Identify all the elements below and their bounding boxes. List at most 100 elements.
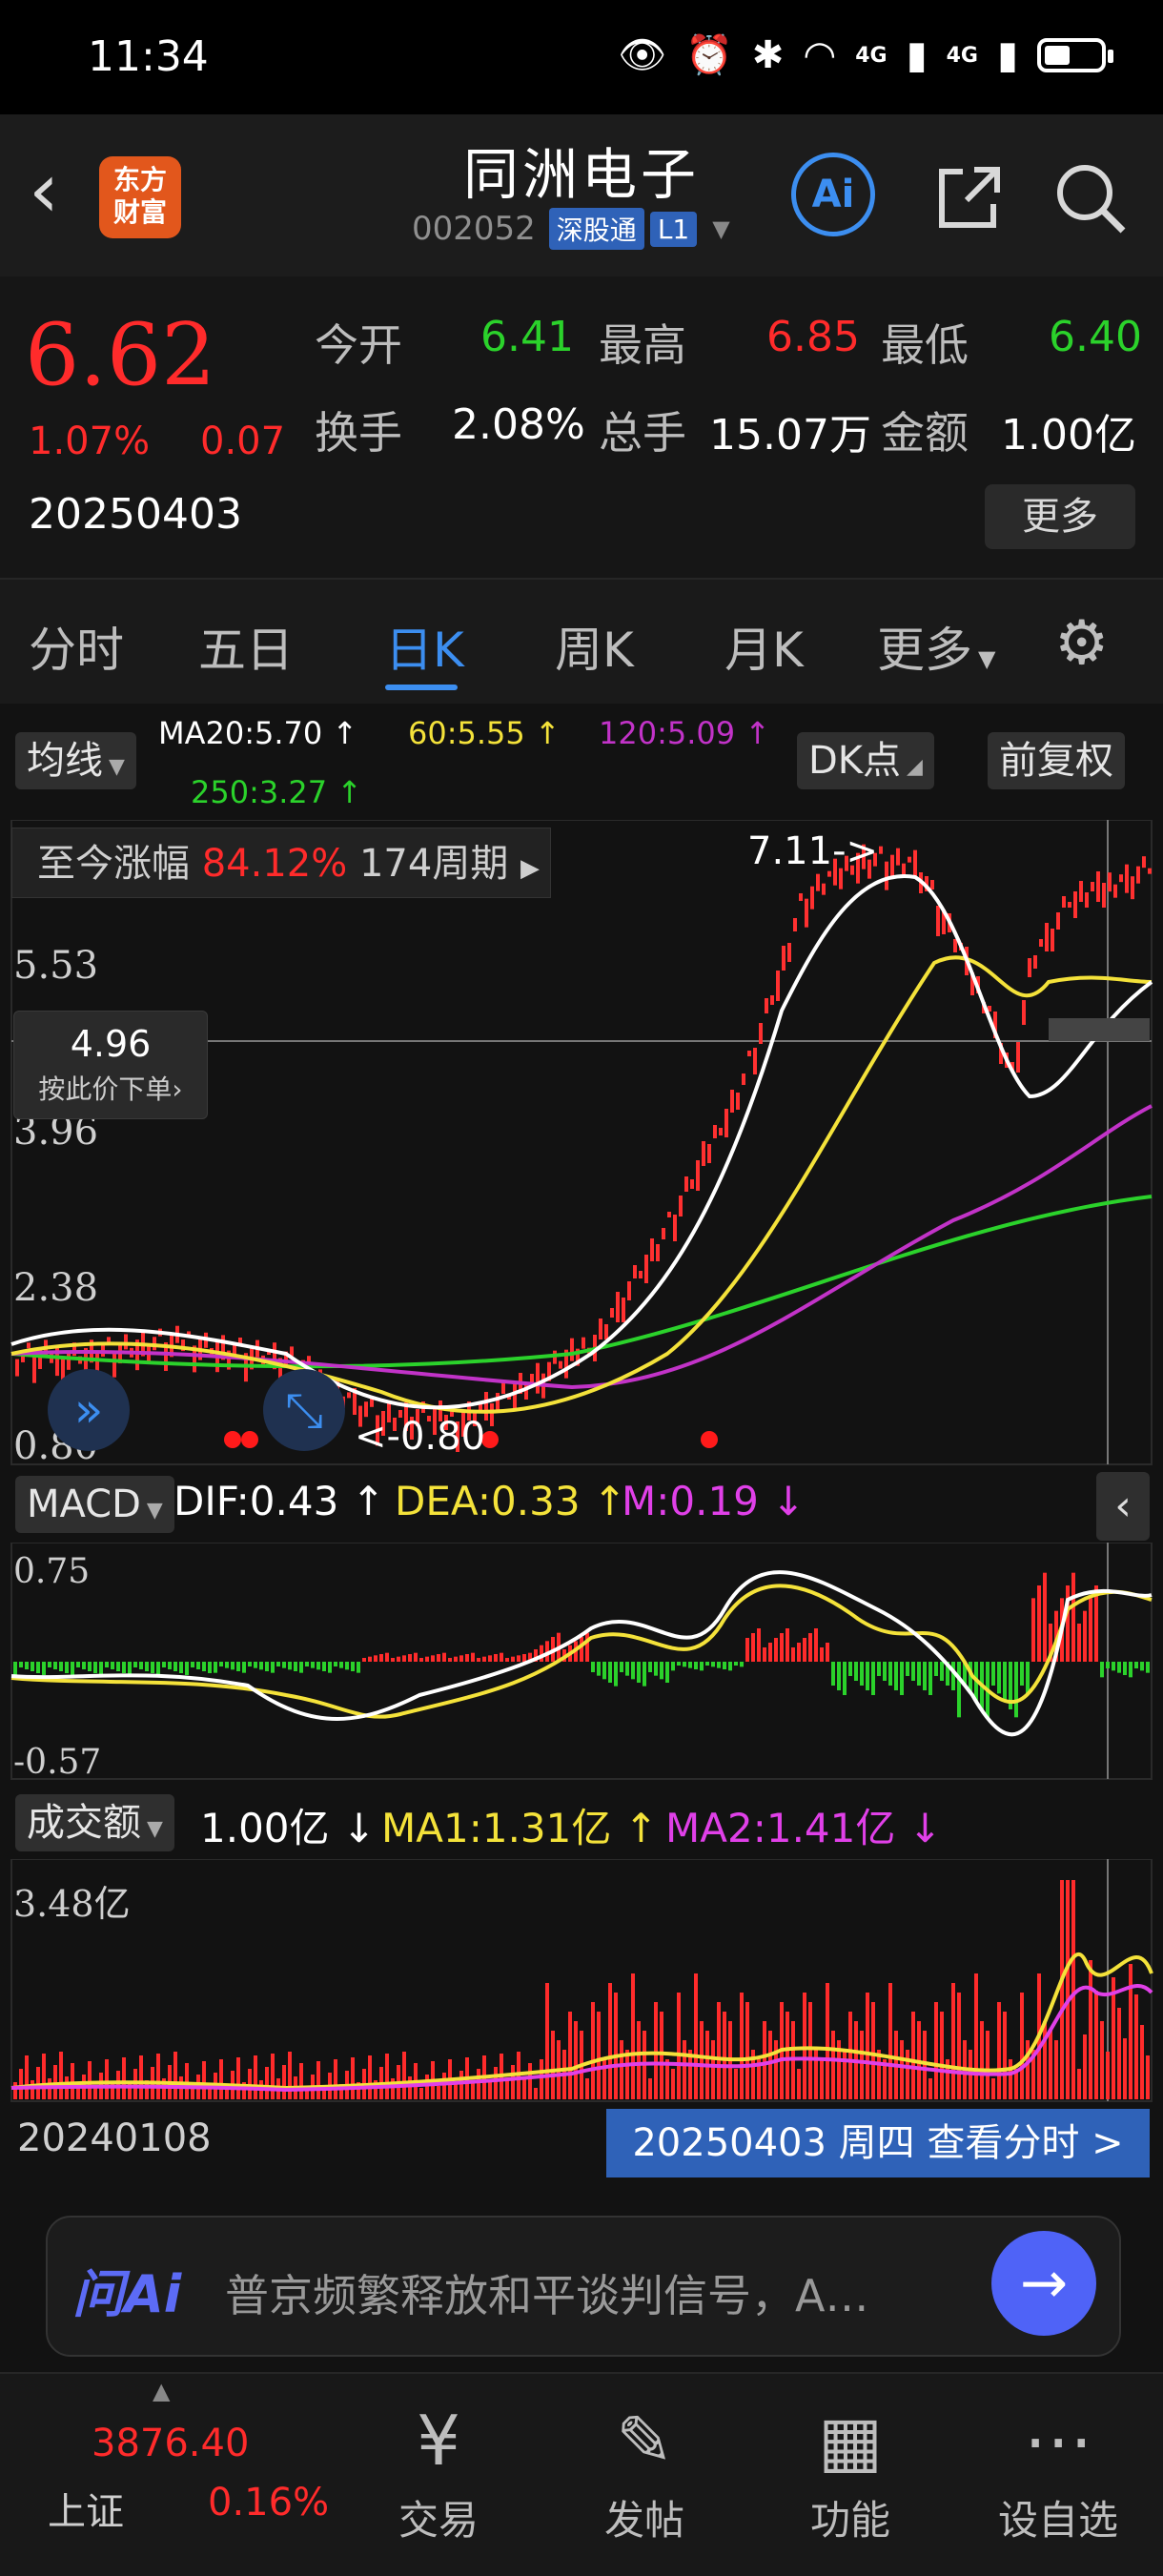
candle (15, 1359, 19, 1377)
ma-selector[interactable]: 均线 ▼ (15, 732, 136, 789)
price-tag-text: 按此价下单 (38, 1073, 173, 1105)
candle (770, 995, 774, 1005)
macd-bar (585, 1632, 589, 1662)
caret-up-icon[interactable]: ▲ (153, 2378, 170, 2404)
macd-bar (820, 1647, 824, 1662)
candle (570, 1338, 574, 1361)
signal-dot (701, 1431, 718, 1448)
more-circle-icon: ⋯ (1024, 2401, 1092, 2481)
volume-bar (202, 2061, 206, 2099)
candle (724, 1109, 728, 1137)
volume-bar (1043, 2021, 1047, 2099)
macd-bar (505, 1658, 509, 1662)
range-gain-label[interactable]: 至今涨幅 84.12% 174周期 ▶ (11, 828, 551, 898)
macd-selector[interactable]: MACD ▼ (15, 1476, 174, 1533)
volume-bar (740, 1993, 744, 2099)
volume-selector[interactable]: 成交额 ▼ (15, 1794, 174, 1851)
macd-bar (316, 1662, 320, 1670)
macd-bar (202, 1662, 206, 1671)
macd-bar (374, 1655, 377, 1662)
volume-bar (1146, 2055, 1150, 2099)
macd-bar (111, 1662, 114, 1669)
macd-bar (774, 1638, 778, 1662)
tab-monthly-k[interactable]: 月K (724, 612, 804, 681)
status-time: 11:34 (88, 32, 209, 81)
volume-bar (271, 2054, 275, 2099)
view-intraday-button[interactable]: 20250403 周四 查看分时 > (606, 2109, 1150, 2177)
bottom-nav: ▲ 3876.40 上证 0.16% ¥ 交易 ✎ 发帖 ▦ 功能 ⋯ 设自选 (0, 2372, 1163, 2576)
order-at-price-tag[interactable]: 4.96 按此价下单› (13, 1011, 208, 1119)
tab-daily-k[interactable]: 日K (385, 612, 464, 681)
expand-left-button[interactable]: » (48, 1369, 130, 1451)
ai-logo: 问Ai (72, 2264, 182, 2324)
chevron-down-icon: ▼ (146, 1499, 163, 1523)
macd-bar (322, 1662, 326, 1671)
candle (816, 873, 820, 891)
macd-bar (1077, 1624, 1081, 1662)
ai-button[interactable]: Ai (791, 153, 875, 236)
tab-weekly-k[interactable]: 周K (555, 612, 634, 681)
tab-intraday[interactable]: 分时 (29, 612, 124, 681)
candle (953, 939, 957, 952)
ma20-line (10, 874, 1153, 1410)
fullscreen-toggle-icon[interactable]: ⤡ (263, 1369, 345, 1451)
low-value: 6.40 (1049, 313, 1142, 361)
macd-dif: DIF:0.43 ↑ (173, 1478, 385, 1524)
tab-five-day[interactable]: 五日 (198, 612, 294, 681)
turnover-value: 2.08% (452, 400, 585, 449)
macd-bar (614, 1662, 618, 1687)
share-icon[interactable] (925, 154, 1010, 240)
nav-functions[interactable]: ▦ 功能 (765, 2393, 936, 2546)
open-value: 6.41 (480, 313, 574, 361)
index-name[interactable]: 上证 (48, 2481, 124, 2536)
volume-bar (774, 2040, 778, 2099)
quote-more-button[interactable]: 更多 (985, 484, 1135, 549)
volume-amount-value: 1.00亿 (200, 1805, 330, 1851)
arrow-right-icon[interactable]: → (991, 2231, 1096, 2336)
candle (713, 1125, 717, 1138)
macd-bar (151, 1662, 154, 1673)
macd-chart[interactable] (0, 1543, 1163, 1781)
ai-prompt-text[interactable]: 普京频繁释放和平谈判信号，A… (225, 2261, 1007, 2324)
candle (1016, 1042, 1020, 1073)
stock-code-row[interactable]: 002052 深股通 L1 ▼ (412, 208, 730, 250)
tab-more[interactable]: 更多 ▼ (877, 612, 995, 681)
search-icon[interactable] (1047, 154, 1132, 240)
dk-point-button[interactable]: DK点 ◢ (797, 732, 934, 789)
index-value[interactable]: 3876.40 (92, 2422, 249, 2465)
volume-bar (786, 2012, 789, 2099)
macd-bar (517, 1655, 520, 1662)
ma60-label: 60:5.55 ↑ (408, 715, 561, 751)
volume-bar (1003, 2012, 1007, 2099)
adjust-button[interactable]: 前复权 (988, 732, 1125, 789)
signal-dot (224, 1431, 241, 1448)
candle (776, 971, 780, 1001)
nav-trade[interactable]: ¥ 交易 (353, 2393, 524, 2546)
volume-bar (848, 2012, 852, 2099)
candle (667, 1212, 671, 1217)
volume-bar (173, 2052, 177, 2099)
macd-m: M:0.19 ↓ (622, 1478, 806, 1524)
volume-bar (717, 2002, 721, 2099)
macd-bar (494, 1654, 498, 1662)
macd-bar (951, 1662, 955, 1690)
candle (787, 943, 791, 962)
nav-watchlist[interactable]: ⋯ 设自选 (972, 2393, 1144, 2546)
nav-post[interactable]: ✎ 发帖 (559, 2393, 730, 2546)
kline-chart[interactable] (0, 820, 1163, 1468)
macd-bar (620, 1662, 623, 1672)
macd-dea: DEA:0.33 ↑ (395, 1478, 627, 1524)
volume-chart[interactable] (0, 1859, 1163, 2103)
macd-bar (591, 1662, 595, 1672)
gear-icon[interactable]: ⚙ (1054, 608, 1109, 679)
ai-search-bar[interactable]: 问Ai 普京频繁释放和平谈判信号，A… → (46, 2216, 1121, 2357)
macd-y-top: 0.75 (13, 1552, 91, 1591)
collapse-panel-button[interactable]: ‹ (1096, 1472, 1150, 1541)
volume-bar (1026, 2040, 1030, 2099)
edit-icon: ✎ (615, 2401, 674, 2481)
candle (1068, 902, 1071, 908)
candle (885, 861, 888, 890)
macd-bar (854, 1662, 858, 1681)
chevron-down-icon: ▼ (712, 215, 730, 242)
candle (913, 849, 917, 877)
